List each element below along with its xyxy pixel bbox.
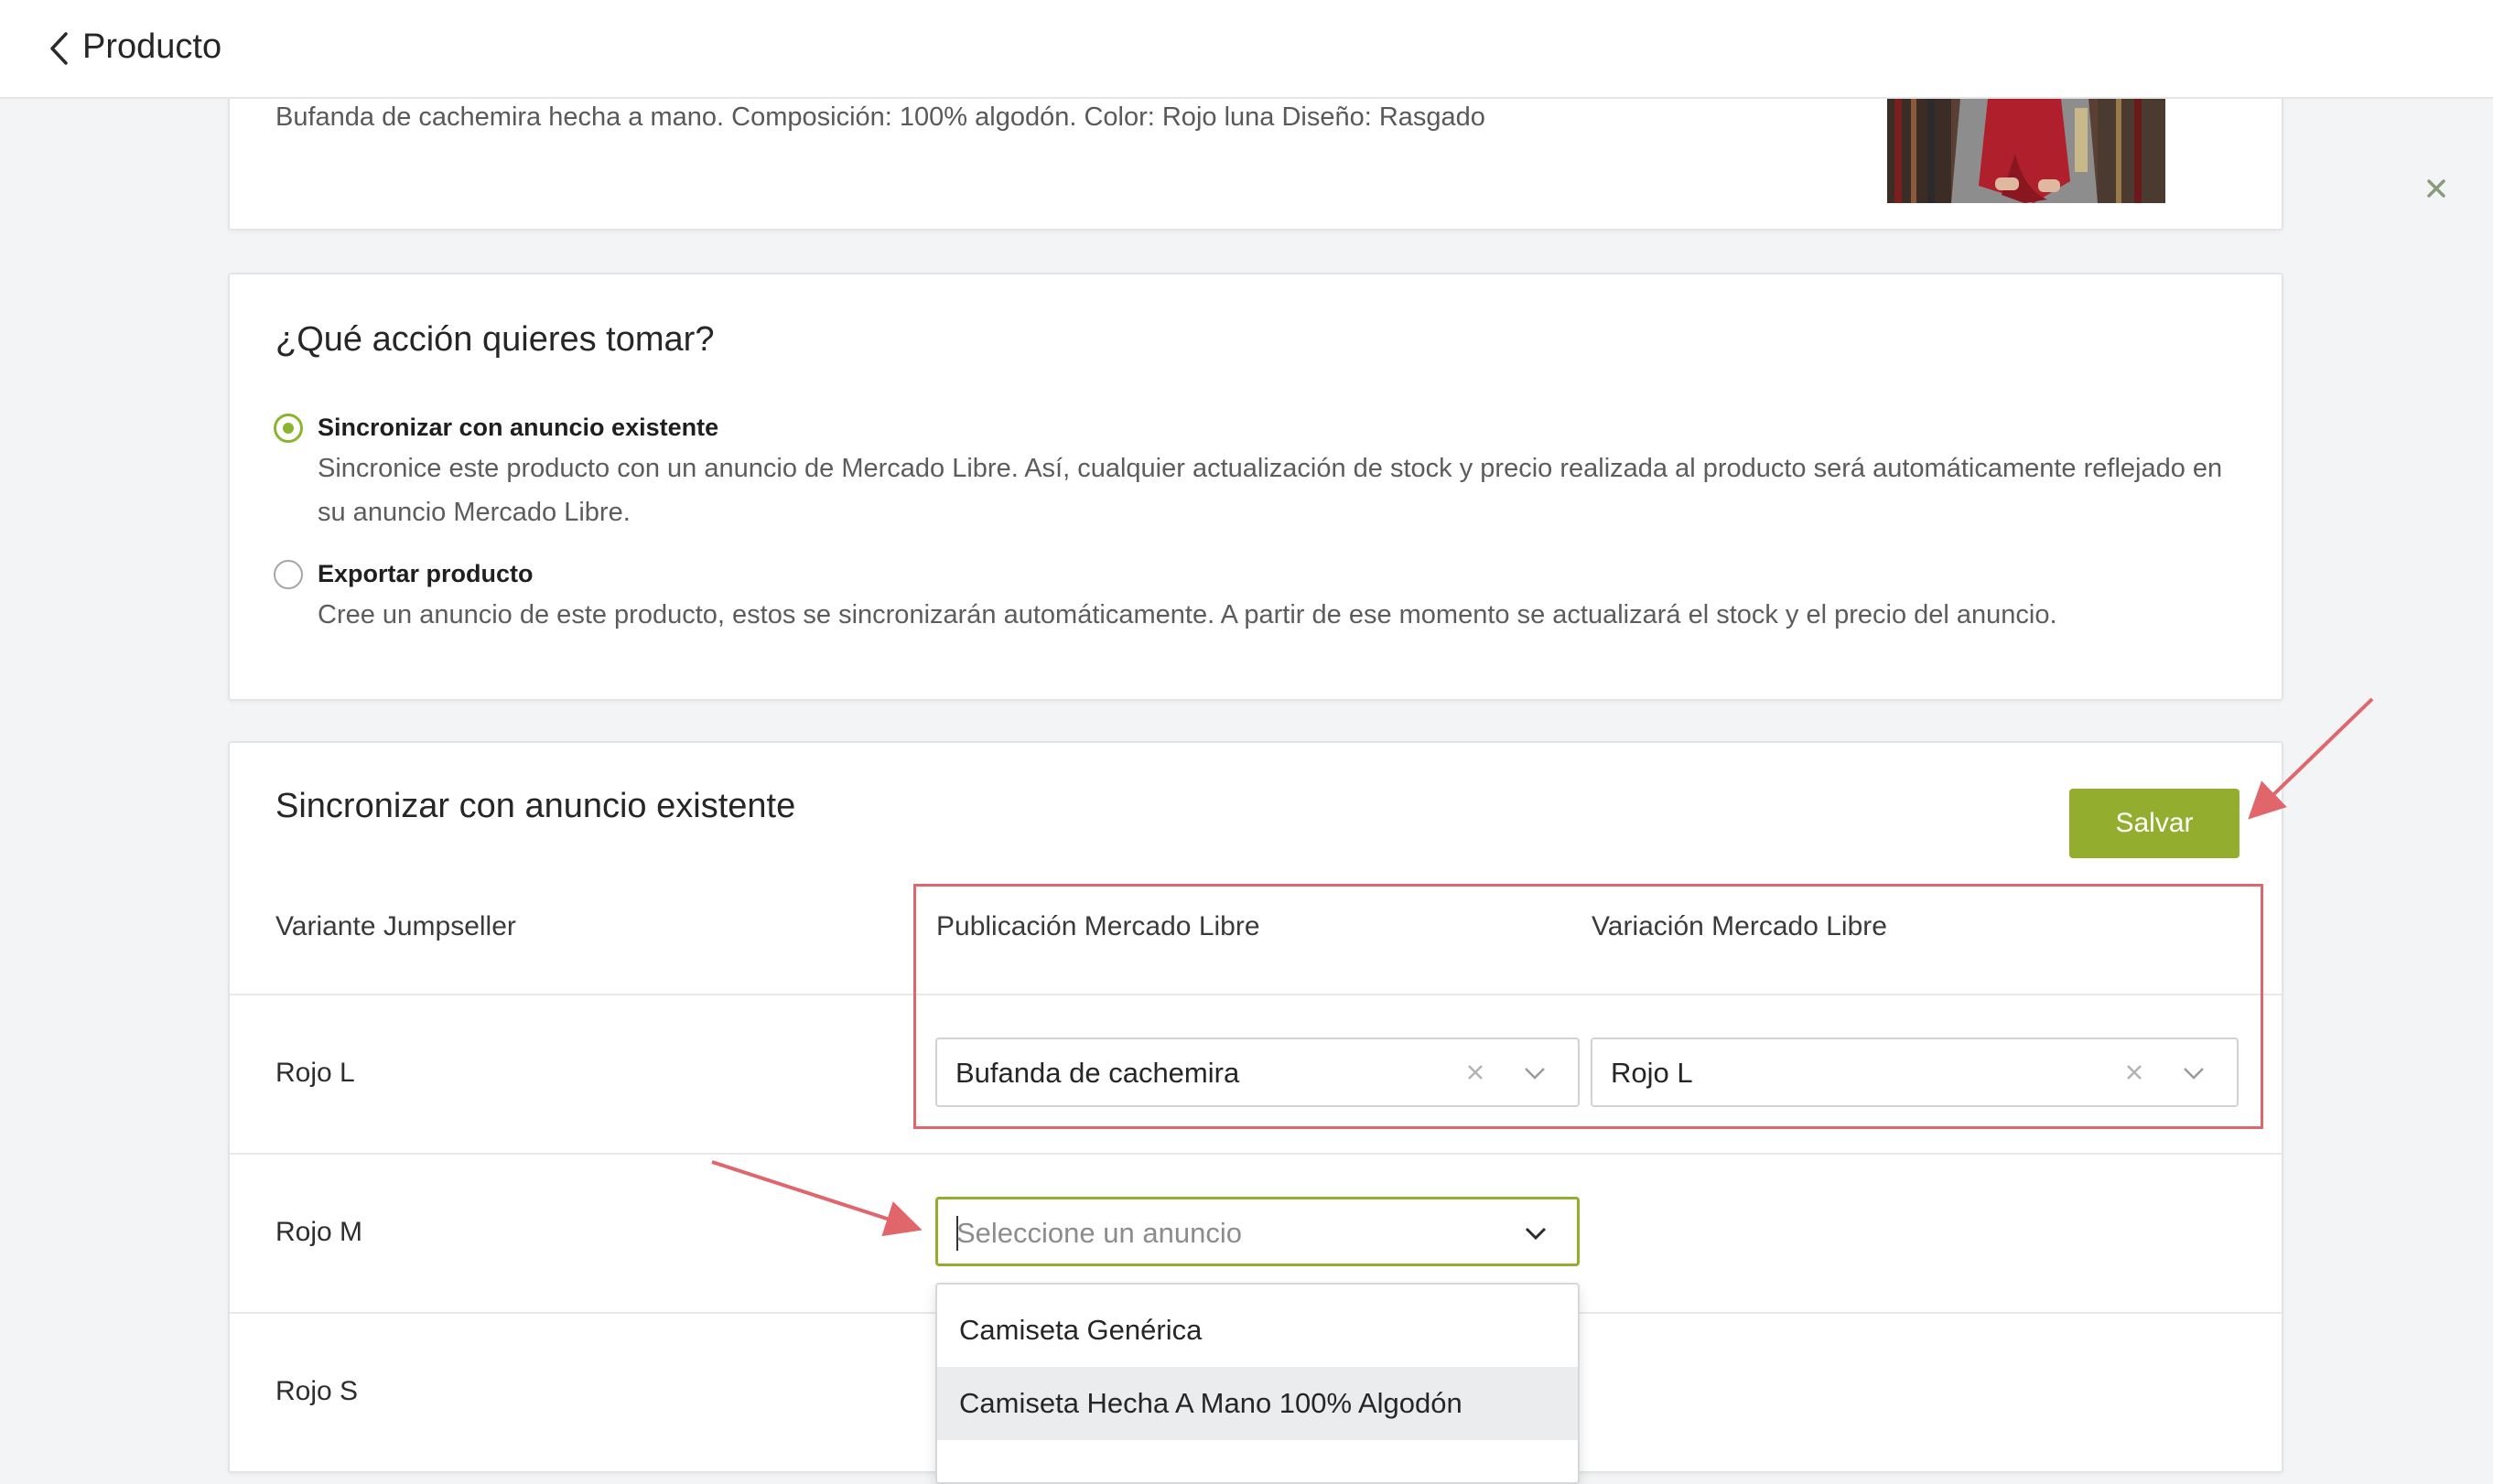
row-divider <box>230 1153 2282 1155</box>
publication-select-rojo-l[interactable]: Bufanda de cachemira <box>935 1038 1580 1107</box>
product-image <box>1887 99 2165 203</box>
radio-sync-existing[interactable] <box>274 414 303 443</box>
product-description: Bufanda de cachemira hecha a mano. Compo… <box>275 102 1485 132</box>
column-header-publication: Publicación Mercado Libre <box>936 911 1260 941</box>
chevron-down-icon[interactable] <box>1519 1058 1550 1089</box>
top-bar: Producto <box>0 0 2493 99</box>
option-label-export[interactable]: Exportar producto <box>318 560 534 588</box>
option-description-export: Cree un anuncio de este producto, estos … <box>318 600 2057 629</box>
column-header-variant: Variante Jumpseller <box>275 911 516 941</box>
clear-icon[interactable] <box>1461 1058 1490 1087</box>
variation-select-rojo-l[interactable]: Rojo L <box>1591 1038 2239 1107</box>
publication-select-rojo-m[interactable]: Seleccione un anuncio <box>935 1197 1580 1266</box>
close-button[interactable] <box>2416 168 2456 209</box>
option-label-sync[interactable]: Sincronizar con anuncio existente <box>318 414 718 442</box>
option-description-sync: Sincronice este producto con un anuncio … <box>318 454 2223 527</box>
clear-icon[interactable] <box>2120 1058 2149 1087</box>
variation-select-value: Rojo L <box>1611 1057 1693 1089</box>
action-heading: ¿Qué acción quieres tomar? <box>275 320 715 359</box>
sync-heading: Sincronizar con anuncio existente <box>275 787 796 825</box>
action-card: ¿Qué acción quieres tomar? Sincronizar c… <box>228 273 2283 701</box>
dropdown-option[interactable]: Camiseta Hecha A Mano 100% Algodón <box>937 1367 1578 1440</box>
dropdown-option[interactable]: Camiseta Genérica <box>937 1294 1578 1367</box>
sync-card: Sincronizar con anuncio existente Salvar… <box>228 741 2283 1484</box>
page-title: Producto <box>82 27 222 66</box>
publication-select-value: Bufanda de cachemira <box>955 1057 1240 1089</box>
radio-export-product[interactable] <box>274 560 303 589</box>
save-button[interactable]: Salvar <box>2069 789 2239 858</box>
variant-label-rojo-m: Rojo M <box>275 1217 363 1247</box>
chevron-down-icon[interactable] <box>1520 1218 1551 1249</box>
back-button[interactable] <box>40 26 77 71</box>
close-icon <box>2427 179 2445 198</box>
row-divider <box>230 994 2282 995</box>
variant-label-rojo-l: Rojo L <box>275 1058 355 1088</box>
variant-label-rojo-s: Rojo S <box>275 1376 359 1406</box>
publication-dropdown-menu: Camiseta Genérica Camiseta Hecha A Mano … <box>935 1283 1580 1484</box>
chevron-down-icon[interactable] <box>2178 1058 2209 1089</box>
publication-select-placeholder: Seleccione un anuncio <box>956 1217 1242 1249</box>
column-header-variation: Variación Mercado Libre <box>1592 911 1887 941</box>
chevron-left-icon <box>50 32 68 65</box>
